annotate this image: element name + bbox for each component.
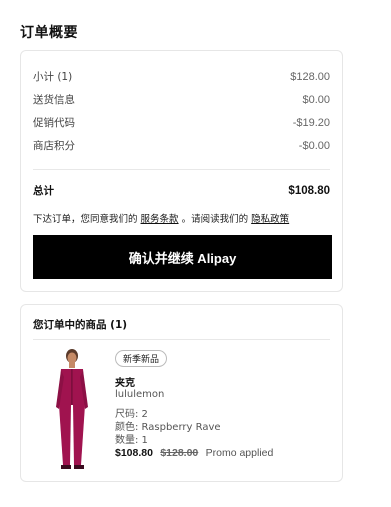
shipping-row: 送货信息 $0.00	[33, 92, 330, 107]
credit-label: 商店积分	[33, 140, 75, 152]
promo-label: 促销代码	[33, 117, 75, 129]
promo-row: 促销代码 -$19.20	[33, 115, 330, 130]
order-summary-card: 小计 (1) $128.00 送货信息 $0.00 促销代码 -$19.20 商…	[20, 50, 343, 292]
page-title: 订单概要	[20, 25, 78, 41]
product-name[interactable]: 夹克	[115, 374, 135, 389]
total-label: 总计	[33, 185, 54, 197]
subtotal-value: $128.00	[290, 70, 330, 83]
total-value: $108.80	[288, 184, 330, 197]
terms-of-service-link[interactable]: 服务条款	[141, 214, 179, 225]
summary-divider	[33, 169, 330, 170]
price-line: $108.80 $128.00 Promo applied	[115, 447, 273, 459]
credit-value: -$0.00	[298, 139, 330, 152]
product-image[interactable]	[47, 347, 97, 471]
credit-row: 商店积分 -$0.00	[33, 138, 330, 153]
shipping-label: 送货信息	[33, 94, 75, 106]
subtotal-label: 小计 (1)	[33, 71, 73, 83]
items-divider	[33, 339, 330, 340]
new-season-badge: 新季新品	[115, 350, 168, 367]
total-row: 总计 $108.80	[33, 183, 330, 198]
privacy-policy-link[interactable]: 隐私政策	[251, 214, 289, 225]
order-items-card: 您订单中的商品 (1) 新季新品 夹克 lululemon 尺码: 2 颜色: …	[20, 304, 343, 482]
terms-middle: 。请阅读我们的	[181, 214, 249, 225]
price-original: $128.00	[160, 447, 199, 459]
confirm-pay-button[interactable]: 确认并继续 Alipay	[33, 235, 332, 279]
subtotal-row: 小计 (1) $128.00	[33, 69, 330, 84]
product-quantity: 数量: 1	[115, 435, 148, 446]
price-current: $108.80	[115, 447, 153, 459]
shipping-value: $0.00	[302, 93, 330, 106]
product-brand: lululemon	[115, 389, 165, 400]
promo-value: -$19.20	[292, 116, 330, 129]
terms-text: 下达订单，您同意我们的 服务条款 。请阅读我们的 隐私政策	[33, 211, 334, 225]
terms-prefix: 下达订单，您同意我们的	[33, 214, 138, 225]
items-heading: 您订单中的商品 (1)	[33, 319, 128, 331]
promo-applied-note: Promo applied	[205, 447, 274, 459]
